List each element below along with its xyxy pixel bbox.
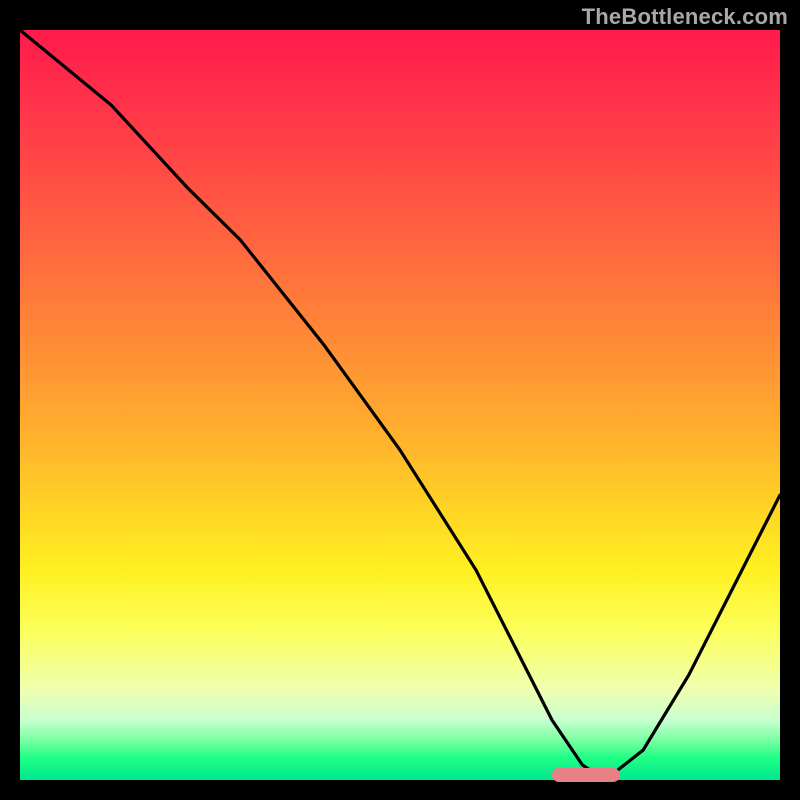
curve-path (20, 30, 780, 780)
watermark-text: TheBottleneck.com (582, 4, 788, 30)
plot-area (20, 30, 780, 780)
bottleneck-curve (20, 30, 780, 780)
highlight-pill (552, 768, 620, 782)
chart-container: TheBottleneck.com (0, 0, 800, 800)
